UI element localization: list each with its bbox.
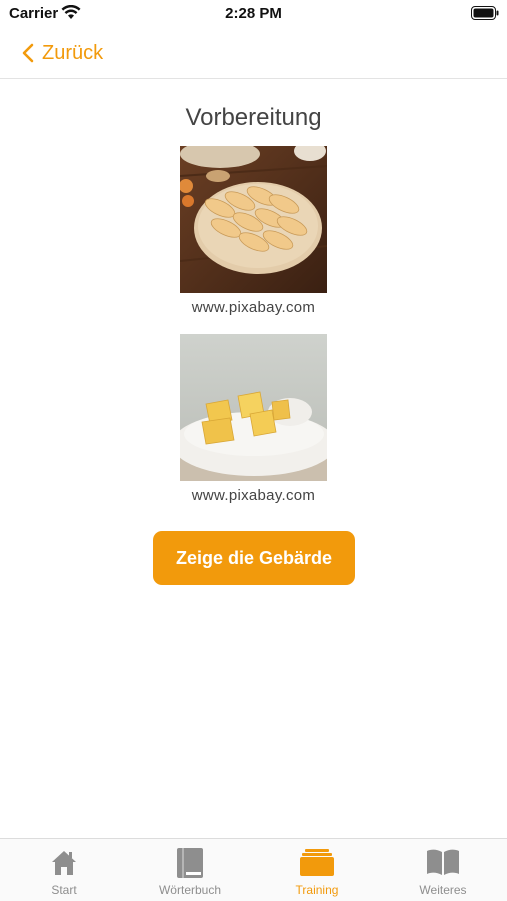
status-bar: Carrier 2:28 PM xyxy=(0,0,507,28)
tab-weiteres[interactable]: Weiteres xyxy=(380,839,506,901)
tab-woerterbuch[interactable]: Wörterbuch xyxy=(127,839,253,901)
image-caption: www.pixabay.com xyxy=(191,487,316,504)
back-button[interactable]: Zurück xyxy=(22,40,103,66)
open-book-icon xyxy=(380,847,506,879)
show-sign-button[interactable]: Zeige die Gebärde xyxy=(153,531,355,585)
image-caption: www.pixabay.com xyxy=(191,299,316,316)
tab-label: Start xyxy=(51,883,77,897)
tab-label: Weiteres xyxy=(419,883,467,897)
back-label: Zurück xyxy=(42,41,104,64)
tab-bar: Start Wörterbuch Training Weiteres xyxy=(0,838,507,901)
page-title: Vorbereitung xyxy=(185,104,322,131)
book-icon xyxy=(127,847,253,879)
clock: 2:28 PM xyxy=(225,5,282,22)
tab-start[interactable]: Start xyxy=(1,839,127,901)
butter-flour-photo xyxy=(180,334,327,481)
tab-training[interactable]: Training xyxy=(254,839,380,901)
navigation-bar: Zurück xyxy=(0,28,507,79)
tab-label: Wörterbuch xyxy=(158,883,222,897)
home-icon xyxy=(1,847,127,879)
cards-stack-icon xyxy=(254,847,380,879)
chevron-left-icon xyxy=(22,43,34,63)
dough-pastries-photo xyxy=(180,146,327,293)
battery-icon xyxy=(471,6,499,25)
tab-label: Training xyxy=(295,883,339,897)
